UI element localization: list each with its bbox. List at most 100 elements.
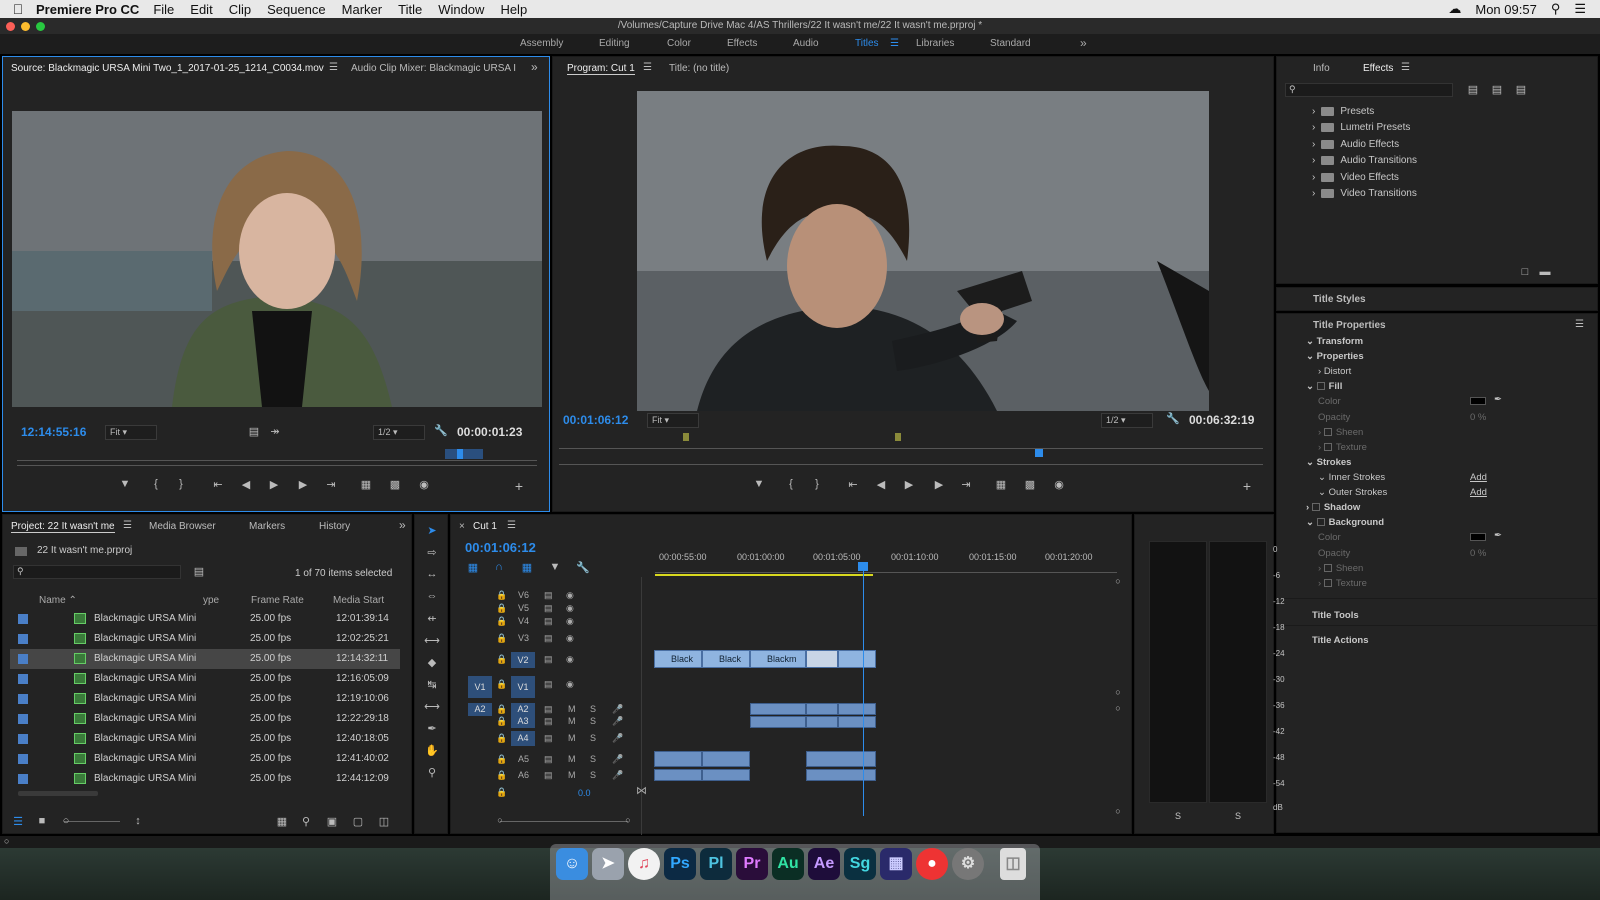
menu-title[interactable]: Title	[398, 2, 422, 17]
title-tab[interactable]: Title: (no title)	[669, 63, 729, 74]
rate-stretch-tool-icon[interactable]: ⇷	[424, 612, 440, 625]
menu-help[interactable]: Help	[500, 2, 527, 17]
workspace-libraries[interactable]: Libraries	[916, 38, 954, 49]
timeline-playhead[interactable]	[863, 562, 864, 816]
fill-opacity-value[interactable]: 0 %	[1470, 412, 1486, 423]
table-row[interactable]: Blackmagic URSA Mini 25.00 fps 12:01:39:14	[10, 609, 400, 629]
workspace-more-button[interactable]: »	[1080, 36, 1087, 50]
info-tab[interactable]: Info	[1313, 63, 1330, 74]
sync-lock-icon[interactable]: ▤	[544, 616, 553, 627]
export-frame-icon[interactable]: ◉	[416, 478, 432, 491]
program-go-to-out-icon[interactable]: ⇥	[958, 478, 974, 491]
new-bin-icon[interactable]: □	[1517, 266, 1533, 278]
program-step-back-icon[interactable]: ◀	[873, 478, 889, 491]
program-add-marker-icon[interactable]: ▼	[751, 478, 767, 490]
column-name[interactable]: Name ⌃	[39, 595, 77, 606]
track-target-a4[interactable]: A4	[511, 731, 535, 746]
title-actions-tab[interactable]: Title Actions	[1312, 635, 1368, 646]
snap-icon[interactable]: ∩	[491, 561, 507, 573]
close-window-button[interactable]	[6, 22, 15, 31]
timeline-settings-icon[interactable]: 🔧	[575, 561, 591, 574]
menu-sequence[interactable]: Sequence	[267, 2, 326, 17]
effects-tab-menu-icon[interactable]: ☰	[1401, 62, 1410, 73]
menu-edit[interactable]: Edit	[190, 2, 212, 17]
mute-button[interactable]: M	[568, 704, 576, 714]
markers-tab[interactable]: Markers	[249, 521, 285, 532]
notification-icon[interactable]: ☰	[1574, 1, 1586, 17]
slip-tool-icon[interactable]: ↹	[424, 678, 440, 691]
lock-icon[interactable]: 🔒	[496, 733, 507, 744]
recorder-icon[interactable]: ●	[916, 848, 948, 880]
source-video-frame[interactable]	[12, 111, 542, 407]
project-tab[interactable]: Project: 22 It wasn't me	[11, 521, 115, 533]
step-forward-icon[interactable]: ▶	[295, 478, 311, 491]
audio-clip[interactable]	[750, 703, 806, 715]
play-icon[interactable]: ▶	[266, 478, 282, 491]
clock[interactable]: Mon 09:57	[1475, 2, 1536, 17]
delete-icon[interactable]: ▬	[1537, 266, 1553, 278]
table-row-selected[interactable]: Blackmagic URSA Mini 25.00 fps 12:14:32:11	[10, 649, 400, 669]
slide-tool-icon[interactable]: ⟷	[424, 700, 440, 713]
status-icon[interactable]: ○	[4, 836, 9, 846]
sync-lock-icon[interactable]: ▤	[544, 704, 553, 715]
app-menu[interactable]: Premiere Pro CC	[36, 2, 139, 17]
strokes-section[interactable]: ⌄ Strokes	[1306, 457, 1351, 468]
accelerated-effects-icon[interactable]: ▤	[1465, 83, 1481, 96]
audio-clip[interactable]	[806, 703, 838, 715]
solo-button[interactable]: S	[590, 716, 596, 726]
workspace-assembly[interactable]: Assembly	[520, 38, 563, 49]
effects-item-presets[interactable]: › Presets	[1312, 106, 1374, 117]
fill-color-swatch[interactable]	[1470, 397, 1486, 405]
timeline-zoom-scrollbar[interactable]	[500, 821, 628, 822]
speedgrade-icon[interactable]: Sg	[844, 848, 876, 880]
zoom-window-button[interactable]	[36, 22, 45, 31]
background-color-swatch[interactable]	[1470, 533, 1486, 541]
icon-view-icon[interactable]: ■	[34, 815, 50, 827]
track-target-v1[interactable]: V1	[511, 676, 535, 698]
workspace-titles[interactable]: Titles	[855, 38, 879, 49]
source-patch-a2[interactable]: A2	[468, 703, 492, 716]
nest-icon[interactable]: ▦	[465, 561, 481, 574]
workspace-color[interactable]: Color	[667, 38, 691, 49]
settings-icon[interactable]: ▤	[246, 425, 262, 438]
track-select-tool-icon[interactable]: ⇨	[424, 546, 440, 559]
go-to-out-icon[interactable]: ⇥	[323, 478, 339, 491]
rolling-edit-tool-icon[interactable]: ⇔	[424, 590, 440, 602]
project-horizontal-scrollbar[interactable]	[18, 791, 98, 796]
microphone-icon[interactable]: 🎤	[612, 754, 623, 765]
video-clip[interactable]	[838, 650, 876, 668]
ripple-edit-tool-icon[interactable]: ↔	[424, 568, 440, 580]
program-video-frame[interactable]	[637, 91, 1209, 411]
microphone-icon[interactable]: 🎤	[612, 770, 623, 781]
source-in-out-range[interactable]	[445, 449, 483, 459]
column-type[interactable]: ype	[203, 595, 219, 606]
system-preferences-icon[interactable]: ⚙	[952, 848, 984, 880]
insert-icon[interactable]: ▦	[358, 478, 374, 491]
title-tools-tab[interactable]: Title Tools	[1312, 610, 1359, 621]
audio-clip[interactable]	[654, 751, 702, 767]
background-sheen-checkbox[interactable]	[1323, 564, 1332, 573]
workspace-menu-icon[interactable]: ☰	[890, 38, 899, 49]
mute-button[interactable]: M	[568, 754, 576, 764]
minimize-window-button[interactable]	[21, 22, 30, 31]
solo-left-button[interactable]: S	[1175, 811, 1181, 821]
eyedropper-icon[interactable]: ✒	[1494, 394, 1502, 405]
audio-clip[interactable]	[702, 769, 750, 781]
drag-video-icon[interactable]: ↠	[267, 425, 283, 438]
rate-stretch-icon[interactable]: ⟷	[424, 634, 440, 647]
eye-icon[interactable]: ◉	[566, 616, 574, 627]
sync-lock-icon[interactable]: ▤	[544, 770, 553, 781]
video-clip[interactable]	[806, 650, 838, 668]
pen-tool-icon[interactable]: ✒	[424, 722, 440, 735]
vertical-zoom-handle[interactable]: ○	[1110, 576, 1126, 586]
master-track-toggle-icon[interactable]: ⋈	[636, 784, 647, 797]
sort-icon[interactable]: ↕	[130, 815, 146, 827]
playhead-handle[interactable]	[858, 562, 868, 571]
menu-file[interactable]: File	[153, 2, 174, 17]
lock-icon[interactable]: 🔒	[496, 787, 507, 798]
shadow-checkbox[interactable]	[1311, 503, 1320, 512]
program-mark-in-icon[interactable]: {	[783, 478, 799, 490]
master-volume[interactable]: 0.0	[578, 788, 591, 798]
close-tab-icon[interactable]: ×	[459, 521, 465, 532]
column-frame-rate[interactable]: Frame Rate	[251, 595, 304, 606]
